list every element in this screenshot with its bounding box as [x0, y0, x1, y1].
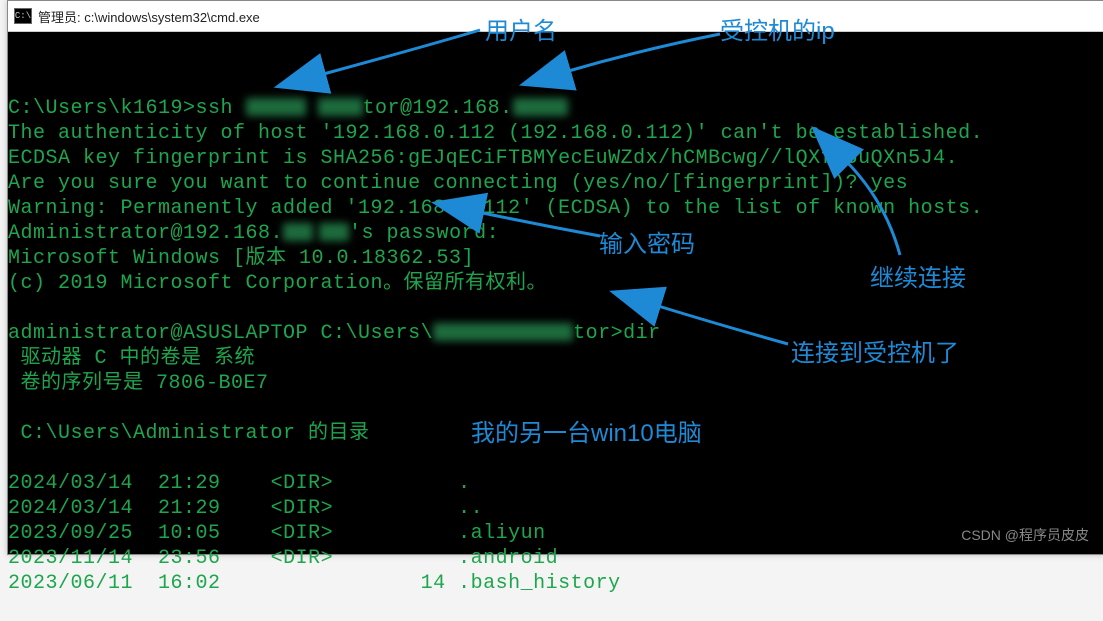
redact-user2 [318, 98, 363, 116]
dir-row: 2023/09/25 10:05 <DIR> .aliyun [8, 522, 546, 545]
term-line: ECDSA key fingerprint is SHA256:gEJqECiF… [8, 147, 958, 170]
term-line: The authenticity of host '192.168.0.112 … [8, 122, 983, 145]
term-line: (c) 2019 Microsoft Corporation。保留所有权利。 [8, 272, 547, 295]
redact-user [246, 98, 306, 116]
term-line: Are you sure you want to continue connec… [8, 172, 908, 195]
dir-row: 2023/11/14 23:56 <DIR> .android [8, 547, 558, 570]
cmd-window: C:\ 管理员: c:\windows\system32\cmd.exe C:\… [7, 0, 1103, 555]
redact-ip2 [283, 223, 313, 241]
redact-ip3 [319, 223, 349, 241]
title-bar[interactable]: C:\ 管理员: c:\windows\system32\cmd.exe [8, 1, 1103, 32]
cmd-text: dir [623, 322, 661, 345]
cmd-text: ssh [196, 97, 246, 120]
watermark: CSDN @程序员皮皮 [961, 525, 1089, 545]
term-line: 卷的序列号是 7806-B0E7 [8, 372, 269, 395]
blank-line [8, 72, 21, 95]
terminal-area[interactable]: C:\Users\k1619>ssh tor@192.168. The auth… [8, 32, 1103, 621]
redact-path [433, 323, 573, 341]
dir-row: 2024/03/14 21:29 <DIR> .. [8, 497, 483, 520]
prompt: C:\Users\k1619> [8, 97, 196, 120]
cmd-icon: C:\ [14, 8, 32, 24]
term-line: C:\Users\Administrator 的目录 [8, 422, 370, 445]
prompt2b: tor> [573, 322, 623, 345]
term-line: 驱动器 C 中的卷是 系统 [8, 347, 255, 370]
prompt2: administrator@ASUSLAPTOP C:\Users\ [8, 322, 433, 345]
term-line: Warning: Permanently added '192.168.0.11… [8, 197, 983, 220]
cmd-text: tor@192.168. [363, 97, 513, 120]
term-line: Microsoft Windows [版本 10.0.18362.53] [8, 247, 474, 270]
term-line: Administrator@192.168. [8, 222, 283, 245]
dir-row: 2024/03/14 21:29 <DIR> . [8, 472, 471, 495]
window-title: 管理员: c:\windows\system32\cmd.exe [38, 7, 260, 26]
redact-ip [513, 98, 568, 116]
term-line: 's password: [349, 222, 499, 245]
dir-row: 2023/06/11 16:02 14 .bash_history [8, 572, 621, 595]
